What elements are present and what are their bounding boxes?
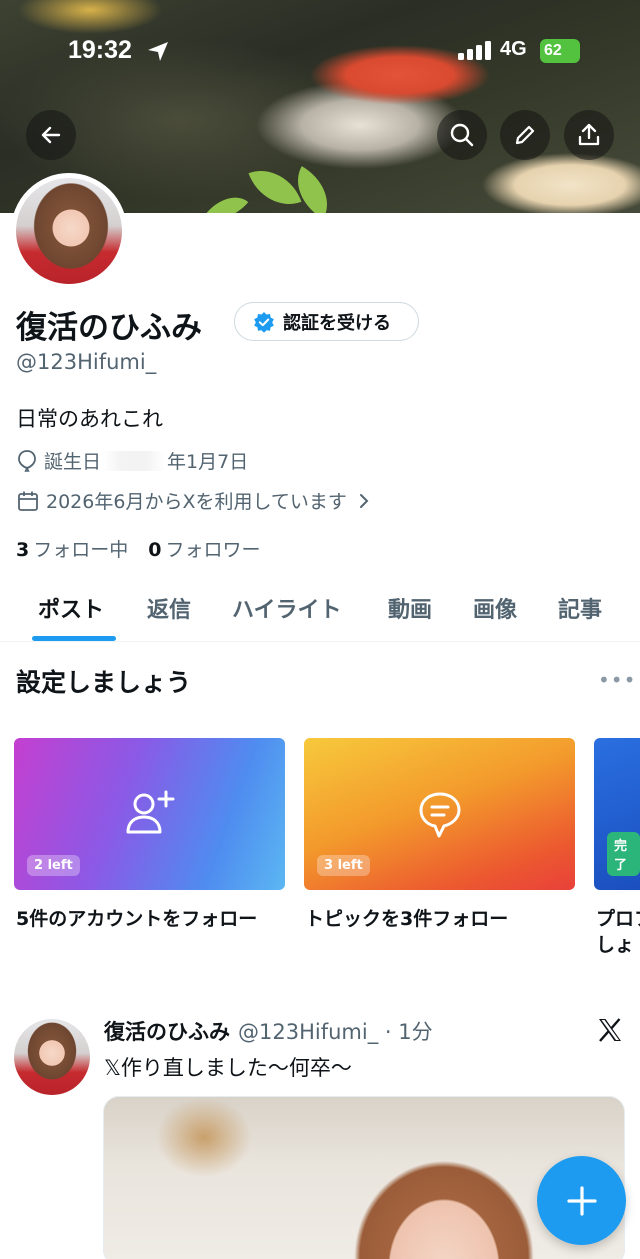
profile-avatar[interactable]	[11, 173, 127, 289]
get-verified-button[interactable]: 認証を受ける	[234, 302, 419, 341]
post-meta: @123Hifumi_ · 1分	[238, 1020, 433, 1044]
profile-bio: 日常のあれこれ	[16, 407, 163, 431]
card-label: トピックを3件フォロー	[305, 908, 509, 930]
card-badge: 完了	[607, 832, 640, 876]
more-options-icon[interactable]: •••	[598, 668, 636, 692]
share-icon	[578, 123, 600, 146]
follow-stats: 3 フォロー中 0 フォロワー	[16, 535, 261, 562]
post-author-name[interactable]: 復活のひふみ	[104, 1016, 230, 1046]
card-badge: 2 left	[27, 855, 80, 876]
banner-leaf	[248, 159, 302, 213]
card-label: プロフ	[596, 908, 640, 930]
following-label: フォロー中	[33, 539, 129, 561]
location-arrow-icon	[148, 42, 168, 61]
balloon-icon	[18, 449, 36, 472]
follow-accounts-card[interactable]: 2 left	[14, 738, 285, 890]
status-time: 19:32	[68, 36, 132, 64]
search-button[interactable]	[437, 110, 487, 160]
profile-handle: @123Hifumi_	[16, 350, 157, 374]
tab-images[interactable]: 画像	[473, 592, 517, 624]
card-label: 5件のアカウントをフォロー	[16, 908, 258, 930]
chat-bubble-icon	[419, 792, 461, 838]
post-avatar[interactable]	[14, 1019, 90, 1095]
status-bar: 19:32 4G 62	[0, 0, 640, 100]
banner-leaf	[206, 186, 249, 213]
edit-button[interactable]	[500, 110, 550, 160]
tab-posts[interactable]: ポスト	[38, 592, 104, 624]
profile-name: 復活のひふみ	[16, 310, 202, 346]
x-logo-icon	[599, 1018, 621, 1042]
post-header: 復活のひふみ @123Hifumi_ · 1分	[104, 1016, 433, 1046]
plus-icon	[566, 1185, 597, 1216]
tab-highlights[interactable]: ハイライト	[232, 592, 342, 624]
tab-replies[interactable]: 返信	[147, 592, 191, 624]
card-label-line2: しょ	[596, 934, 635, 956]
card-badge: 3 left	[317, 855, 370, 876]
tab-articles[interactable]: 記事	[558, 592, 602, 624]
profile-setup-card[interactable]: 完了	[594, 738, 640, 890]
followers-count: 0	[148, 539, 162, 561]
birthday-row: 誕生日 年1月7日	[16, 447, 248, 474]
network-type: 4G	[500, 38, 527, 60]
add-user-icon	[126, 790, 175, 834]
pencil-icon	[515, 125, 535, 145]
joined-row[interactable]: 2026年6月からXを利用しています	[16, 487, 379, 514]
search-icon	[450, 123, 474, 147]
battery-level: 62	[540, 39, 580, 63]
tab-videos[interactable]: 動画	[388, 592, 432, 624]
following-count: 3	[16, 539, 30, 561]
setup-title: 設定しましょう	[16, 668, 192, 697]
chevron-right-icon	[359, 493, 369, 508]
following-link[interactable]: 3 フォロー中	[16, 535, 128, 562]
share-button[interactable]	[564, 110, 614, 160]
verified-badge-icon	[254, 311, 274, 333]
birthday-prefix: 誕生日	[44, 451, 102, 473]
hidden-year	[103, 450, 166, 471]
follow-topics-card[interactable]: 3 left	[304, 738, 575, 890]
back-arrow-icon	[41, 126, 61, 144]
joined-text: 2026年6月からXを利用しています	[46, 491, 347, 513]
compose-button[interactable]	[537, 1156, 626, 1245]
followers-link[interactable]: 0 フォロワー	[148, 535, 260, 562]
signal-icon	[458, 41, 491, 60]
birthday-value: 年1月7日	[167, 451, 249, 473]
back-button[interactable]	[26, 110, 76, 160]
followers-label: フォロワー	[165, 539, 261, 561]
post-text: 𝕏作り直しました〜何卒〜	[104, 1056, 352, 1080]
active-tab-indicator	[32, 636, 116, 641]
calendar-icon	[18, 491, 38, 511]
verify-label: 認証を受ける	[283, 312, 391, 334]
profile-tabs: ポスト 返信 ハイライト 動画 画像 記事	[0, 580, 640, 642]
